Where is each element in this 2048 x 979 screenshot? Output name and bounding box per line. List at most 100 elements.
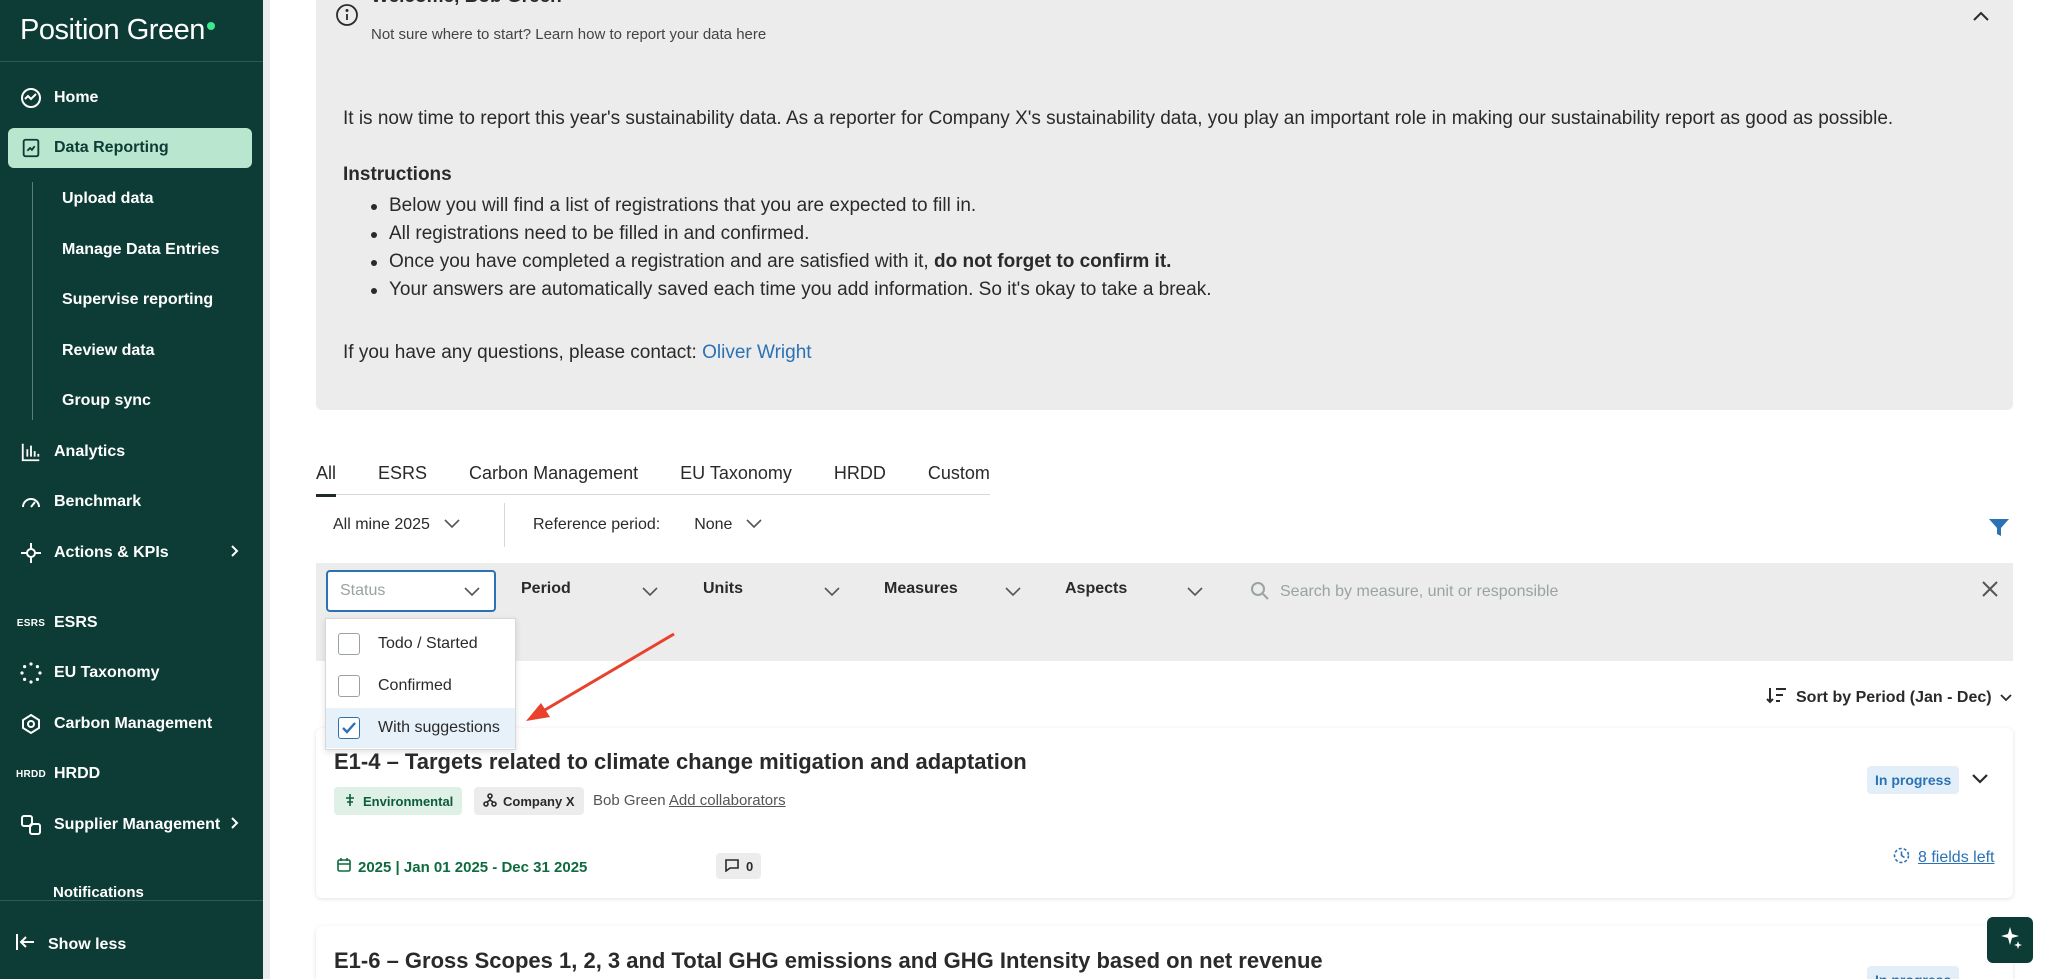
sidebar-scrollbar[interactable] xyxy=(263,0,270,979)
list-item: Below you will find a list of registrati… xyxy=(343,192,1211,220)
chevron-up-icon[interactable] xyxy=(1970,6,1992,33)
instructions-list: Below you will find a list of registrati… xyxy=(343,192,1211,304)
checkbox[interactable] xyxy=(338,675,360,697)
sidebar-item-analytics[interactable]: Analytics xyxy=(8,432,252,472)
option-label: Confirmed xyxy=(378,677,452,694)
measures-select[interactable]: Measures xyxy=(884,580,958,598)
search-input[interactable] xyxy=(1280,578,1880,606)
contact-link[interactable]: Oliver Wright xyxy=(702,342,811,363)
sidebar-item-esrs[interactable]: ESRS ESRS xyxy=(8,603,252,643)
status-option-with-suggestions[interactable]: With suggestions xyxy=(326,708,515,748)
sidebar-item-eu-taxonomy[interactable]: EU Taxonomy xyxy=(8,653,252,693)
sidebar: Position Green Home Data Reporting Uploa… xyxy=(0,0,270,979)
brand-name: Position Green xyxy=(20,14,205,46)
tab-hrdd[interactable]: HRDD xyxy=(834,459,886,495)
filter-funnel-icon[interactable] xyxy=(1988,518,2010,543)
status-option-confirmed[interactable]: Confirmed xyxy=(326,666,515,706)
sidebar-item-label: Actions & KPIs xyxy=(54,544,169,561)
status-option-todo-started[interactable]: Todo / Started xyxy=(326,624,515,664)
gauge-icon xyxy=(18,489,44,515)
sort-select[interactable]: Sort by Period (Jan - Dec) xyxy=(1766,686,2012,709)
comments-value: 0 xyxy=(746,858,754,874)
instruction-text: Once you have completed a registration a… xyxy=(389,251,934,272)
target-icon xyxy=(18,540,44,566)
home-icon xyxy=(18,85,44,111)
sidebar-item-hrdd[interactable]: HRDD HRDD xyxy=(8,754,252,794)
aspects-select[interactable]: Aspects xyxy=(1065,580,1127,598)
sidebar-item-notifications[interactable]: Notifications xyxy=(53,884,144,898)
org-icon xyxy=(483,792,497,810)
tag-company: Company X xyxy=(474,787,584,815)
sidebar-subitem-manage-data-entries[interactable]: Manage Data Entries xyxy=(62,238,219,262)
sidebar-subitem-supervise-reporting[interactable]: Supervise reporting xyxy=(62,288,213,312)
list-item: All registrations need to be filled in a… xyxy=(343,220,1211,248)
option-label: With suggestions xyxy=(378,719,500,736)
sort-label: Sort by Period (Jan - Dec) xyxy=(1796,688,1992,706)
tab-all[interactable]: All xyxy=(316,459,337,497)
brand-dot xyxy=(206,22,215,30)
reference-period-select[interactable]: Reference period: None xyxy=(533,516,763,534)
list-item: Once you have completed a registration a… xyxy=(343,248,1211,276)
sidebar-subitem-group-sync[interactable]: Group sync xyxy=(62,389,151,413)
instruction-bold: do not forget to confirm it. xyxy=(933,251,1172,272)
dots-circle-icon xyxy=(18,660,44,686)
collapse-left-icon xyxy=(14,930,38,959)
submenu-rule xyxy=(32,182,33,420)
esrs-icon: ESRS xyxy=(16,617,46,629)
chevron-down-icon xyxy=(746,516,763,534)
brand-logo[interactable]: Position Green xyxy=(20,14,215,47)
sidebar-item-data-reporting[interactable]: Data Reporting xyxy=(8,128,252,168)
sidebar-item-benchmark[interactable]: Benchmark xyxy=(8,482,252,522)
contact-text: If you have any questions, please contac… xyxy=(343,342,703,363)
tab-carbon-management[interactable]: Carbon Management xyxy=(469,459,638,495)
sort-icon xyxy=(1766,686,1788,709)
sidebar-subitem-upload-data[interactable]: Upload data xyxy=(62,187,154,211)
sidebar-item-supplier-management[interactable]: Supplier Management xyxy=(8,805,252,845)
checkbox[interactable] xyxy=(338,633,360,655)
chevron-down-icon[interactable] xyxy=(1005,584,1021,602)
fields-left-link[interactable]: 8 fields left xyxy=(1893,847,1994,869)
carbon-icon xyxy=(18,711,44,737)
welcome-subtitle[interactable]: Not sure where to start? Learn how to re… xyxy=(371,26,766,43)
scope-select[interactable]: All mine 2025 xyxy=(333,516,460,534)
show-less-button[interactable]: Show less xyxy=(14,930,126,959)
sidebar-item-label: Carbon Management xyxy=(54,715,213,732)
sidebar-item-home[interactable]: Home xyxy=(8,78,252,118)
comments-count[interactable]: 0 xyxy=(716,853,762,879)
close-icon[interactable] xyxy=(1981,580,1999,603)
contact-line: If you have any questions, please contac… xyxy=(343,342,812,364)
sidebar-item-label: Home xyxy=(54,89,99,106)
sidebar-subitem-review-data[interactable]: Review data xyxy=(62,339,154,363)
ai-assistant-button[interactable] xyxy=(1987,917,2033,963)
list-item: Your answers are automatically saved eac… xyxy=(343,276,1211,304)
bar-chart-icon xyxy=(18,439,44,465)
chevron-down-icon xyxy=(1999,689,2012,707)
chevron-down-icon[interactable] xyxy=(1971,772,1989,790)
period-text: 2025 | Jan 01 2025 - Dec 31 2025 xyxy=(358,858,588,876)
tag-label: Company X xyxy=(503,793,575,809)
status-select[interactable]: Status xyxy=(326,570,496,612)
add-collaborators-link[interactable]: Add collaborators xyxy=(669,792,786,809)
sparkle-icon xyxy=(1997,925,2023,956)
sidebar-item-label: EU Taxonomy xyxy=(54,664,160,681)
tab-custom[interactable]: Custom xyxy=(928,459,990,495)
status-badge: In progress xyxy=(1867,766,1960,794)
sidebar-item-actions-kpis[interactable]: Actions & KPIs xyxy=(8,533,252,573)
chevron-down-icon[interactable] xyxy=(642,584,658,602)
chevron-down-icon[interactable] xyxy=(824,584,840,602)
sidebar-item-label: Data Reporting xyxy=(54,139,169,156)
sidebar-item-carbon-management[interactable]: Carbon Management xyxy=(8,704,252,744)
units-select[interactable]: Units xyxy=(703,580,743,598)
chevron-down-icon[interactable] xyxy=(1187,584,1203,602)
chevron-down-icon xyxy=(444,516,460,534)
tab-eu-taxonomy[interactable]: EU Taxonomy xyxy=(680,459,792,495)
show-less-label: Show less xyxy=(48,935,127,953)
sidebar-item-label: ESRS xyxy=(54,614,98,631)
card-title[interactable]: E1-6 – Gross Scopes 1, 2, 3 and Total GH… xyxy=(334,948,1323,974)
sidebar-item-label: Analytics xyxy=(54,443,126,460)
card-title[interactable]: E1-4 – Targets related to climate change… xyxy=(334,749,1027,775)
checkbox-checked[interactable] xyxy=(338,717,360,739)
period-select[interactable]: Period xyxy=(521,580,571,598)
report-icon xyxy=(18,135,44,161)
tab-esrs[interactable]: ESRS xyxy=(378,459,427,495)
